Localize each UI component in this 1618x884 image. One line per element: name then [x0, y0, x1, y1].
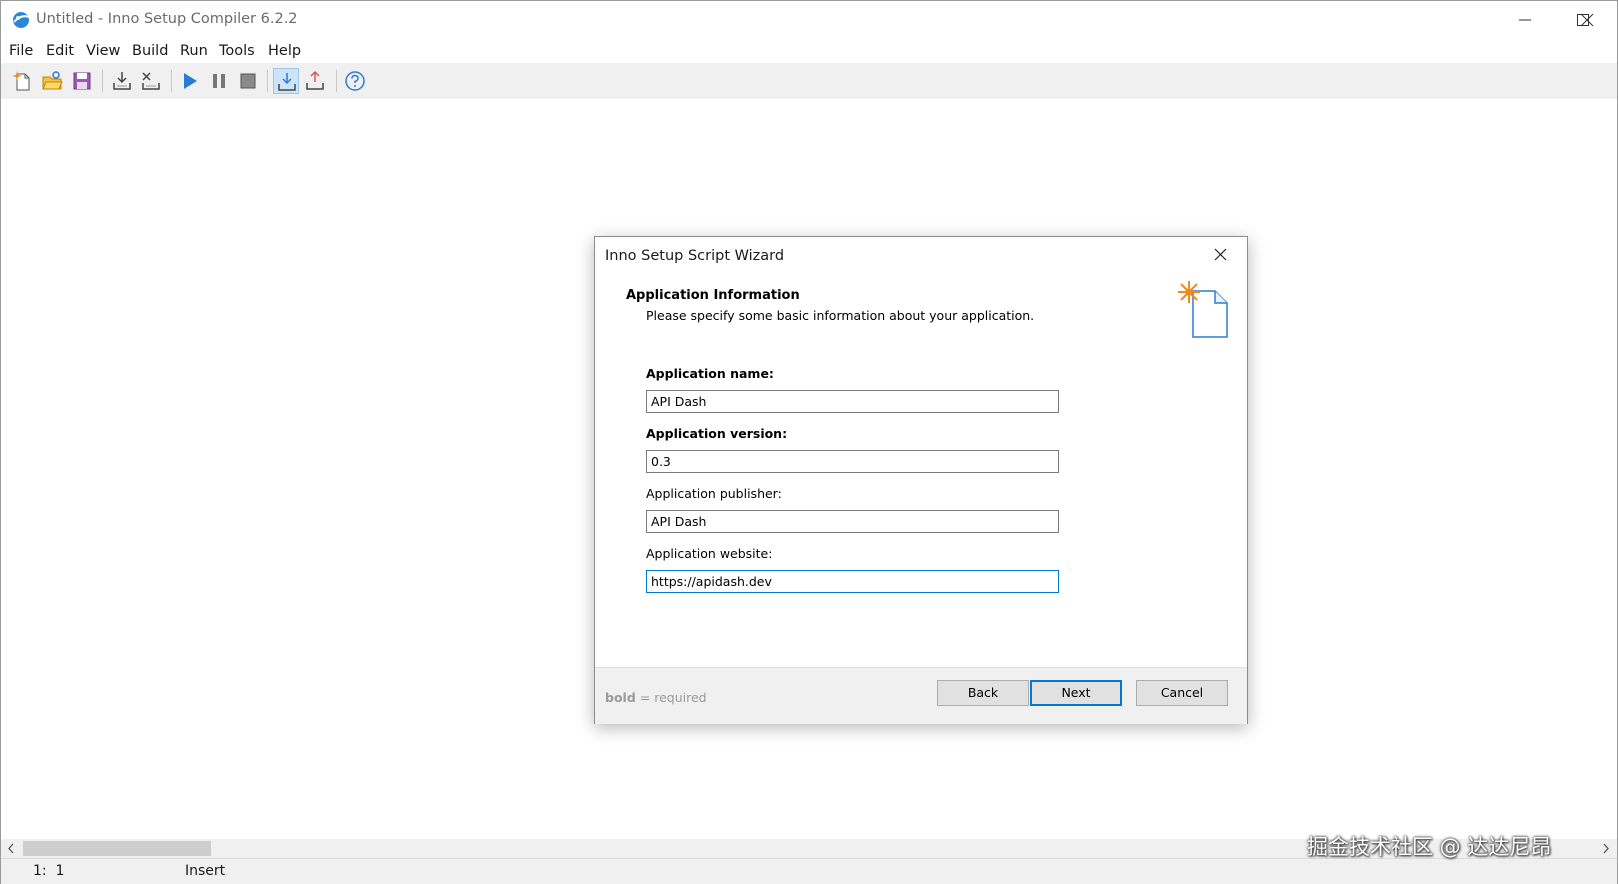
wizard-new-document-icon	[1178, 281, 1228, 338]
next-button[interactable]: Next	[1030, 680, 1122, 706]
save-icon	[73, 72, 91, 90]
toolbar-separator	[267, 70, 268, 92]
target-export-icon	[306, 70, 324, 90]
open-button[interactable]	[39, 68, 65, 94]
app-publisher-input[interactable]	[646, 510, 1059, 533]
watermark-text: 掘金技术社区 @ 达达尼昂	[1307, 835, 1552, 859]
scrollbar-thumb[interactable]	[23, 841, 211, 856]
minimize-icon	[1519, 19, 1531, 21]
window-close-icon	[1580, 13, 1594, 27]
open-folder-icon	[42, 71, 63, 90]
stop-compile-icon	[142, 72, 160, 90]
scroll-right-icon[interactable]	[1599, 841, 1613, 856]
menu-view[interactable]: View	[86, 43, 120, 59]
toolbar-separator	[336, 70, 337, 92]
close-icon	[1214, 248, 1227, 261]
menu-tools[interactable]: Tools	[219, 43, 255, 59]
cancel-button[interactable]: Cancel	[1136, 680, 1228, 706]
section-description: Please specify some basic information ab…	[646, 308, 1035, 323]
app-website-input[interactable]	[646, 570, 1059, 593]
app-version-input[interactable]	[646, 450, 1059, 473]
pause-button[interactable]	[206, 68, 232, 94]
inno-setup-logo-icon	[13, 12, 30, 28]
app-version-label: Application version:	[646, 426, 788, 441]
required-legend: bold = required	[605, 690, 707, 705]
cursor-position: 1: 1	[33, 863, 65, 879]
terminate-icon	[240, 73, 256, 89]
menu-edit[interactable]: Edit	[46, 43, 74, 59]
insert-mode: Insert	[185, 863, 226, 879]
minimize-button[interactable]	[1496, 1, 1554, 39]
menu-file[interactable]: File	[9, 43, 33, 59]
status-bar: 1: 1 Insert	[1, 858, 1617, 884]
toolbar-separator	[171, 70, 172, 92]
toolbar	[1, 63, 1617, 99]
window-title: Untitled - Inno Setup Compiler 6.2.2	[36, 11, 298, 27]
app-website-label: Application website:	[646, 546, 773, 561]
stop-compile-button[interactable]	[138, 68, 164, 94]
dialog-title: Inno Setup Script Wizard	[605, 248, 785, 264]
section-title: Application Information	[626, 288, 800, 303]
target-import-button[interactable]	[273, 68, 299, 94]
new-file-icon	[12, 71, 30, 91]
target-import-icon	[278, 73, 296, 91]
window-close-button[interactable]	[1558, 1, 1616, 39]
back-button[interactable]: Back	[937, 680, 1029, 706]
compile-button[interactable]	[109, 68, 135, 94]
main-window: Untitled - Inno Setup Compiler 6.2.2 Fil…	[0, 0, 1618, 884]
target-export-button[interactable]	[302, 68, 328, 94]
legend-bold-word: bold	[605, 690, 636, 705]
title-bar[interactable]: Untitled - Inno Setup Compiler 6.2.2	[1, 1, 1617, 39]
toolbar-separator	[102, 70, 103, 92]
menu-run[interactable]: Run	[180, 43, 208, 59]
pause-icon	[213, 74, 225, 88]
legend-text: = required	[635, 690, 707, 705]
app-name-input[interactable]	[646, 390, 1059, 413]
run-icon	[184, 73, 197, 89]
app-publisher-label: Application publisher:	[646, 486, 782, 501]
menu-build[interactable]: Build	[132, 43, 168, 59]
script-wizard-dialog: Inno Setup Script Wizard Application Inf…	[594, 236, 1248, 724]
scroll-left-icon[interactable]	[4, 841, 18, 856]
menu-help[interactable]: Help	[268, 43, 301, 59]
terminate-button[interactable]	[235, 68, 261, 94]
save-button[interactable]	[69, 68, 95, 94]
dialog-footer: bold = required Back Next Cancel	[595, 667, 1247, 724]
help-icon	[345, 71, 365, 91]
run-button[interactable]	[177, 68, 203, 94]
dialog-close-button[interactable]	[1195, 237, 1245, 271]
app-name-label: Application name:	[646, 366, 774, 381]
menu-bar: File Edit View Build Run Tools Help	[1, 39, 1617, 63]
help-button[interactable]	[342, 68, 368, 94]
new-button[interactable]	[9, 68, 35, 94]
compile-icon	[113, 72, 131, 90]
